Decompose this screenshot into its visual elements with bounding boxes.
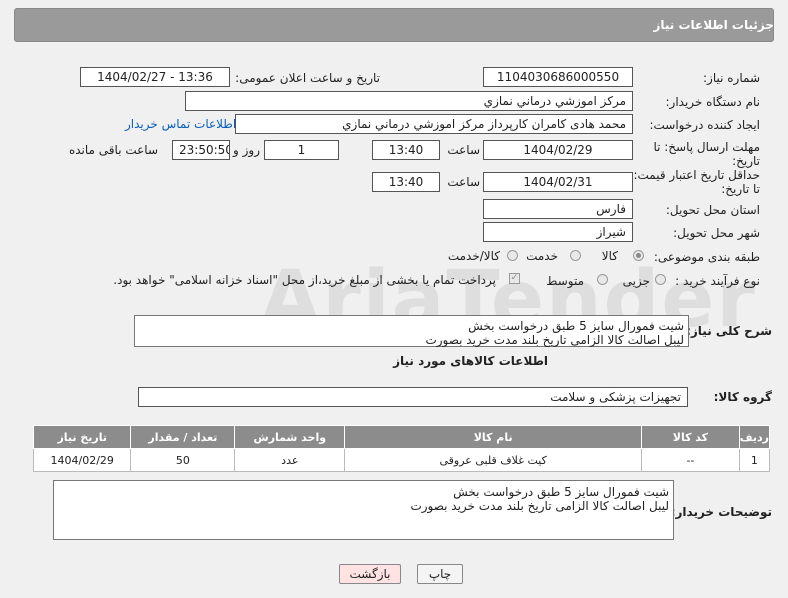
need-number-label: شماره نیاز: — [703, 71, 760, 85]
creator-label: ایجاد کننده درخواست: — [649, 118, 760, 132]
province-field[interactable]: فارس — [483, 199, 633, 219]
process-radio-minor[interactable] — [655, 274, 666, 285]
table-header-row: ردیف کد کالا نام کالا واحد شمارش تعداد /… — [32, 425, 771, 449]
process-radio-medium[interactable] — [597, 274, 608, 285]
items-table: ردیف کد کالا نام کالا واحد شمارش تعداد /… — [32, 425, 771, 472]
summary-label: شرح کلی نیاز: — [686, 324, 772, 338]
buyer-notes-label: توضیحات خریدار: — [670, 505, 772, 519]
deadline-time-field[interactable]: 13:40 — [372, 140, 440, 160]
payment-note: پرداخت تمام یا بخشی از مبلغ خرید،از محل … — [113, 273, 496, 287]
price-time-label: ساعت — [447, 175, 480, 189]
remaining-time-field[interactable]: 23:50:50 — [172, 140, 230, 160]
col-item-name: نام کالا — [344, 425, 643, 449]
price-validity-label: حداقل تاریخ اعتبار قیمت: — [633, 168, 760, 182]
creator-field[interactable]: محمد هادی کامران کارپرداز مرکز اموزشي در… — [235, 114, 633, 134]
cell-need-date: 1404/02/29 — [32, 448, 132, 472]
col-need-date: تاریخ نیاز — [32, 425, 132, 449]
deadline-label-date: تاریخ: — [732, 154, 760, 168]
city-field[interactable]: شیراز — [483, 222, 633, 242]
category-option-goods-service: کالا/خدمت — [447, 249, 500, 263]
print-button[interactable]: چاپ — [417, 564, 463, 584]
cell-item-code: -- — [641, 448, 740, 472]
summary-line-1: شیت فمورال سایز 5 طبق درخواست بخش — [468, 319, 684, 333]
cell-unit: عدد — [234, 448, 346, 472]
buyer-notes-textarea[interactable]: شیت فمورال سایز 5 طبق درخواست بخش لیبل ا… — [53, 480, 674, 540]
col-quantity: تعداد / مقدار — [130, 425, 236, 449]
deadline-time-label: ساعت — [447, 143, 480, 157]
buyer-notes-line-2: لیبل اصالت کالا الزامی تاریخ بلند مدت خر… — [410, 499, 669, 513]
remaining-label: ساعت باقی مانده — [68, 143, 158, 157]
category-radio-goods-service[interactable] — [507, 250, 518, 261]
announce-field[interactable]: 1404/02/27 - 13:36 — [80, 67, 230, 87]
col-item-code: کد کالا — [641, 425, 740, 449]
city-label: شهر محل تحویل: — [673, 226, 760, 240]
category-label: طبقه بندی موضوعی: — [653, 250, 760, 264]
col-row-number: ردیف — [738, 425, 771, 449]
category-radio-service[interactable] — [570, 250, 581, 261]
table-row[interactable]: 1 -- کیت غلاف قلبی عروقی عدد 50 1404/02/… — [32, 448, 771, 472]
category-option-goods: کالا — [601, 249, 618, 263]
days-label: روز و — [233, 143, 260, 157]
back-button[interactable]: بازگشت — [339, 564, 401, 584]
announce-label: تاریخ و ساعت اعلان عمومی: — [235, 71, 380, 85]
page-title: جزئیات اطلاعات نیاز — [653, 18, 774, 32]
price-time-field[interactable]: 13:40 — [372, 172, 440, 192]
deadline-date-field[interactable]: 1404/02/29 — [483, 140, 633, 160]
summary-textarea[interactable]: شیت فمورال سایز 5 طبق درخواست بخش لیبل ا… — [134, 315, 689, 347]
goods-info-title: اطلاعات کالاهای مورد نیاز — [393, 354, 548, 368]
buyer-org-field[interactable]: مرکز اموزشي درماني نمازي — [185, 91, 633, 111]
deadline-label: مهلت ارسال پاسخ: تا — [653, 140, 760, 154]
goods-group-field[interactable]: تجهیزات پزشکی و سلامت — [138, 387, 688, 407]
cell-quantity: 50 — [130, 448, 236, 472]
days-field[interactable]: 1 — [264, 140, 339, 160]
buyer-notes-line-1: شیت فمورال سایز 5 طبق درخواست بخش — [453, 485, 669, 499]
category-option-service: خدمت — [526, 249, 558, 263]
summary-line-2: لیبل اصالت کالا الزامی تاریخ بلند مدت خر… — [425, 333, 684, 347]
province-label: استان محل تحویل: — [665, 203, 760, 217]
cell-row-number: 1 — [738, 448, 771, 472]
goods-group-label: گروه کالا: — [713, 390, 772, 404]
price-date-field[interactable]: 1404/02/31 — [483, 172, 633, 192]
process-option-medium: متوسط — [546, 274, 584, 288]
need-number-field[interactable]: 1104030686000550 — [483, 67, 633, 87]
payment-checkbox[interactable]: ✓ — [509, 273, 520, 284]
contact-buyer-link[interactable]: اطلاعات تماس خریدار — [125, 117, 236, 131]
category-radio-goods[interactable] — [633, 250, 644, 261]
price-validity-date-label: تا تاریخ: — [721, 182, 760, 196]
cell-item-name: کیت غلاف قلبی عروقی — [344, 448, 643, 472]
process-option-minor: جزیی — [622, 274, 650, 288]
buyer-org-label: نام دستگاه خریدار: — [665, 95, 761, 109]
col-unit: واحد شمارش — [234, 425, 346, 449]
process-label: نوع فرآیند خرید : — [675, 274, 760, 288]
